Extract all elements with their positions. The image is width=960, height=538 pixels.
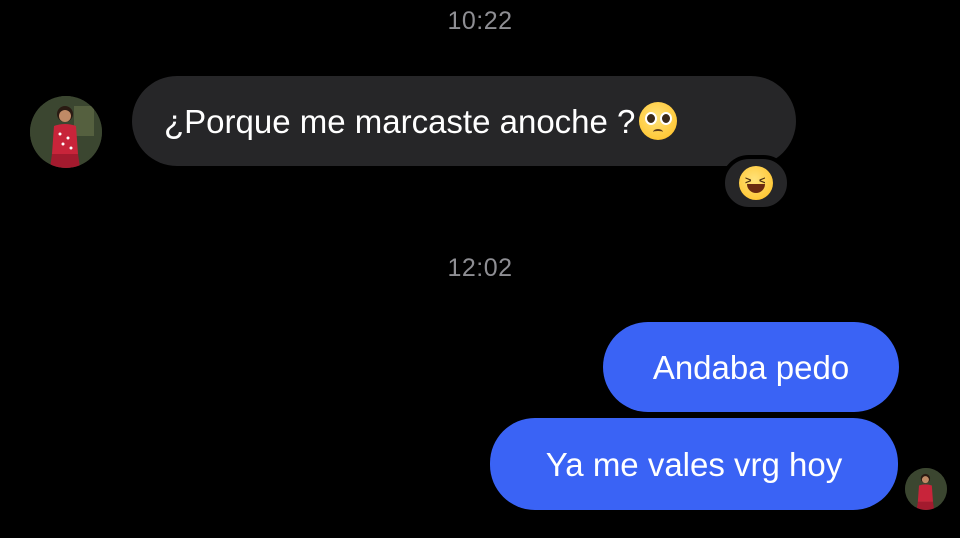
message-text: ¿Porque me marcaste anoche ? [164,102,636,140]
contact-avatar[interactable] [30,96,102,168]
pleading-face-icon [639,102,678,140]
read-receipt-avatar [905,468,947,510]
laughing-face-icon: > < [739,166,773,200]
incoming-message-bubble[interactable]: ¿Porque me marcaste anoche ? [132,76,796,166]
message-reaction[interactable]: > < [721,155,791,211]
message-text: Ya me vales vrg hoy [545,445,843,483]
timestamp: 10:22 [447,7,513,35]
message-text: Andaba pedo [652,348,850,386]
outgoing-message-bubble[interactable]: Ya me vales vrg hoy [490,418,898,510]
timestamp: 12:02 [447,254,513,282]
outgoing-message-bubble[interactable]: Andaba pedo [603,322,899,412]
person-photo-icon [30,96,102,168]
person-photo-icon [905,468,947,510]
